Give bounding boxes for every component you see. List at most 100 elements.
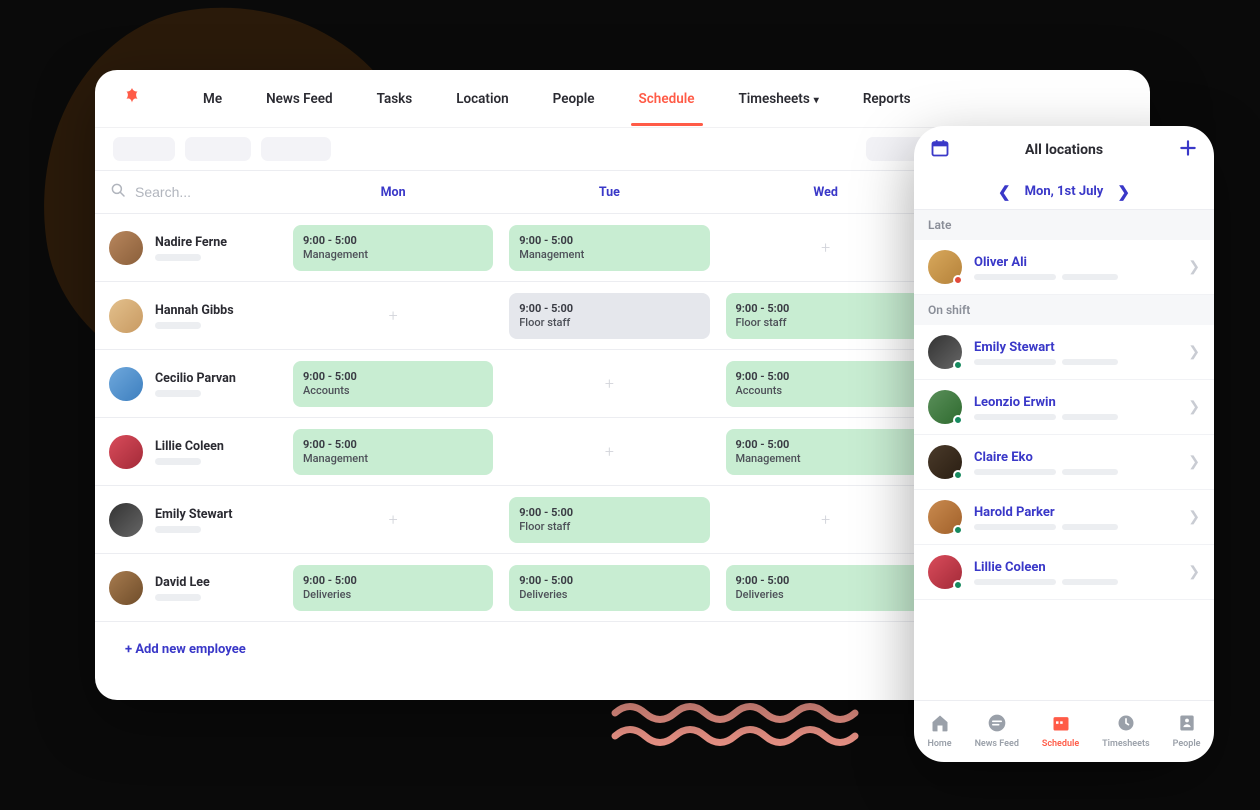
shift-block[interactable]: 9:00 - 5:00Management [293, 225, 493, 271]
chevron-left-icon[interactable]: ❮ [998, 183, 1011, 201]
status-dot [953, 275, 963, 285]
nav-me[interactable]: Me [203, 73, 222, 125]
shift-block[interactable]: 9:00 - 5:00Deliveries [293, 565, 493, 611]
toolbar-chip[interactable] [113, 137, 175, 161]
add-icon[interactable] [1178, 138, 1198, 162]
shift-time: 9:00 - 5:00 [519, 302, 699, 315]
skeleton [155, 594, 201, 601]
tab-schedule[interactable]: Schedule [1042, 713, 1079, 749]
day-header: Tue [501, 170, 717, 214]
add-shift-icon[interactable]: + [389, 510, 398, 529]
avatar [109, 299, 143, 333]
status-dot [953, 470, 963, 480]
employee-cell[interactable]: Emily Stewart [95, 486, 285, 554]
skeleton [155, 390, 201, 397]
schedule-cell[interactable]: + [501, 418, 717, 486]
mobile-app-window: All locations ❮ Mon, 1st July ❯ Late Oli… [914, 126, 1214, 762]
schedule-cell[interactable]: 9:00 - 5:00Deliveries [718, 554, 934, 622]
shift-block[interactable]: 9:00 - 5:00Management [726, 429, 926, 475]
mobile-person-row[interactable]: Leonzio Erwin❯ [914, 380, 1214, 435]
shift-role: Management [519, 248, 699, 261]
shift-time: 9:00 - 5:00 [736, 302, 916, 315]
mobile-person-row[interactable]: Claire Eko❯ [914, 435, 1214, 490]
shift-block[interactable]: 9:00 - 5:00Floor staff [726, 293, 926, 339]
shift-block[interactable]: 9:00 - 5:00Management [509, 225, 709, 271]
schedule-cell[interactable]: + [285, 282, 501, 350]
add-shift-icon[interactable]: + [605, 374, 614, 393]
logo-icon [121, 86, 143, 112]
mobile-date-label[interactable]: Mon, 1st July [1025, 184, 1104, 199]
nav-location[interactable]: Location [456, 73, 508, 125]
mobile-person-row[interactable]: Harold Parker❯ [914, 490, 1214, 545]
shift-block[interactable]: 9:00 - 5:00Deliveries [726, 565, 926, 611]
shift-block[interactable]: 9:00 - 5:00Management [293, 429, 493, 475]
employee-cell[interactable]: Cecilio Parvan [95, 350, 285, 418]
shift-role: Floor staff [519, 316, 699, 329]
calendar-icon[interactable] [930, 138, 950, 162]
employee-cell[interactable]: David Lee [95, 554, 285, 622]
mobile-title: All locations [1025, 142, 1103, 158]
add-shift-icon[interactable]: + [389, 306, 398, 325]
employee-cell[interactable]: Hannah Gibbs [95, 282, 285, 350]
avatar [109, 503, 143, 537]
mobile-person-row[interactable]: Oliver Ali❯ [914, 240, 1214, 295]
schedule-cell[interactable]: 9:00 - 5:00Deliveries [285, 554, 501, 622]
nav-schedule[interactable]: Schedule [639, 73, 695, 125]
add-shift-icon[interactable]: + [821, 238, 830, 257]
schedule-cell[interactable]: 9:00 - 5:00Management [501, 214, 717, 282]
nav-tasks[interactable]: Tasks [377, 73, 413, 125]
person-name: Lillie Coleen [974, 560, 1118, 575]
search-input[interactable] [135, 184, 255, 200]
schedule-cell[interactable]: 9:00 - 5:00Management [718, 418, 934, 486]
schedule-cell[interactable]: + [285, 486, 501, 554]
skeleton [155, 322, 201, 329]
schedule-cell[interactable]: + [501, 350, 717, 418]
shift-block[interactable]: 9:00 - 5:00Accounts [726, 361, 926, 407]
toolbar-chip[interactable] [185, 137, 251, 161]
add-shift-icon[interactable]: + [821, 510, 830, 529]
schedule-cell[interactable]: 9:00 - 5:00Floor staff [501, 282, 717, 350]
mobile-person-row[interactable]: Lillie Coleen❯ [914, 545, 1214, 600]
shift-block[interactable]: 9:00 - 5:00Floor staff [509, 293, 709, 339]
tab-people[interactable]: People [1173, 713, 1201, 749]
schedule-cell[interactable]: 9:00 - 5:00Management [285, 214, 501, 282]
add-shift-icon[interactable]: + [605, 442, 614, 461]
tab-label: People [1173, 739, 1201, 749]
toolbar-chip[interactable] [261, 137, 331, 161]
schedule-cell[interactable]: + [718, 214, 934, 282]
chevron-right-icon: ❯ [1188, 259, 1200, 275]
chevron-right-icon: ❯ [1188, 454, 1200, 470]
nav-timesheets[interactable]: Timesheets▾ [739, 73, 819, 125]
nav-reports[interactable]: Reports [863, 73, 911, 125]
nav-people[interactable]: People [553, 73, 595, 125]
tab-news-feed[interactable]: News Feed [975, 713, 1019, 749]
news-feed-icon [987, 713, 1007, 736]
timesheets-icon [1116, 713, 1136, 736]
chevron-right-icon[interactable]: ❯ [1117, 183, 1130, 201]
tab-home[interactable]: Home [927, 713, 951, 749]
schedule-cell[interactable]: + [718, 486, 934, 554]
employee-name: Emily Stewart [155, 507, 233, 522]
nav-news-feed[interactable]: News Feed [266, 73, 333, 125]
shift-role: Floor staff [519, 520, 699, 533]
employee-cell[interactable]: Nadire Ferne [95, 214, 285, 282]
skeleton [974, 359, 1056, 365]
add-employee-button[interactable]: + Add new employee [125, 642, 246, 657]
schedule-cell[interactable]: 9:00 - 5:00Floor staff [718, 282, 934, 350]
shift-time: 9:00 - 5:00 [303, 574, 483, 587]
tab-timesheets[interactable]: Timesheets [1102, 713, 1150, 749]
mobile-person-row[interactable]: Emily Stewart❯ [914, 325, 1214, 380]
shift-role: Deliveries [736, 588, 916, 601]
skeleton [974, 469, 1056, 475]
employee-cell[interactable]: Lillie Coleen [95, 418, 285, 486]
schedule-cell[interactable]: 9:00 - 5:00Management [285, 418, 501, 486]
shift-time: 9:00 - 5:00 [519, 574, 699, 587]
shift-block[interactable]: 9:00 - 5:00Deliveries [509, 565, 709, 611]
search-field[interactable] [109, 181, 285, 203]
schedule-cell[interactable]: 9:00 - 5:00Accounts [285, 350, 501, 418]
shift-block[interactable]: 9:00 - 5:00Floor staff [509, 497, 709, 543]
schedule-cell[interactable]: 9:00 - 5:00Deliveries [501, 554, 717, 622]
schedule-cell[interactable]: 9:00 - 5:00Floor staff [501, 486, 717, 554]
schedule-cell[interactable]: 9:00 - 5:00Accounts [718, 350, 934, 418]
shift-block[interactable]: 9:00 - 5:00Accounts [293, 361, 493, 407]
